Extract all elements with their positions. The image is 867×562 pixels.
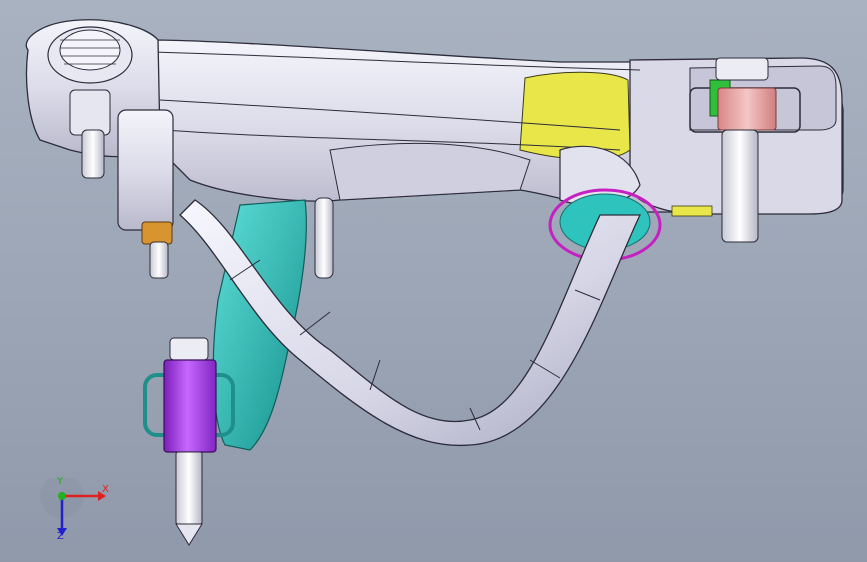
z-axis-label: Z (57, 531, 64, 542)
y-axis-dot (58, 492, 66, 500)
y-axis-label: Y (57, 476, 64, 487)
ball-joint-assembly[interactable] (25, 19, 174, 231)
suspension-arm-model[interactable] (0, 0, 867, 562)
yellow-tab (671, 205, 713, 217)
front-stud[interactable] (314, 197, 334, 279)
knuckle-pin[interactable] (149, 241, 169, 279)
arm-center-rib (329, 142, 531, 201)
x-axis-label: X (102, 484, 109, 495)
cad-viewport[interactable]: X Y Z (0, 0, 867, 562)
brass-nut[interactable] (141, 221, 173, 245)
orientation-triad[interactable]: X Y Z (40, 474, 120, 548)
